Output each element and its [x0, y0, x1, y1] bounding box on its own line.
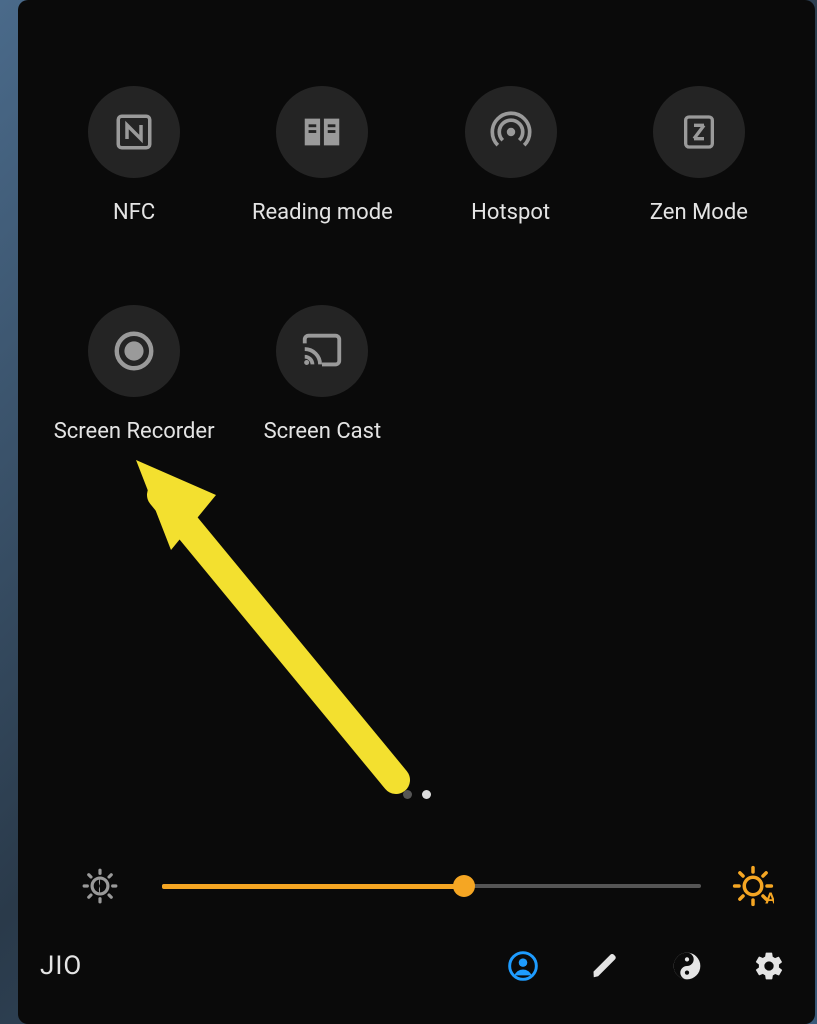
bottom-bar: JIO [40, 938, 793, 994]
settings-icon[interactable] [751, 948, 787, 984]
tile-label: NFC [113, 200, 155, 225]
edit-icon[interactable] [587, 948, 623, 984]
tiles-grid: NFC Reading mode [40, 86, 793, 444]
tile-reading-mode[interactable]: Reading mode [228, 86, 416, 225]
tile-nfc[interactable]: NFC [40, 86, 228, 225]
brightness-row: A [78, 856, 775, 916]
carrier-label: JIO [40, 951, 82, 981]
tile-label: Hotspot [471, 200, 550, 225]
tile-screen-recorder[interactable]: Screen Recorder [40, 305, 228, 444]
reading-icon [276, 86, 368, 178]
tile-label: Reading mode [252, 200, 393, 225]
brightness-slider[interactable] [162, 883, 701, 889]
page-indicator [18, 790, 815, 799]
cast-icon [276, 305, 368, 397]
zen-icon [653, 86, 745, 178]
tile-label: Screen Cast [264, 419, 382, 444]
recorder-icon [88, 305, 180, 397]
tile-screen-cast[interactable]: Screen Cast [228, 305, 416, 444]
tile-zen-mode[interactable]: Zen Mode [605, 86, 793, 225]
slider-fill [162, 884, 464, 889]
page-dot[interactable] [403, 790, 412, 799]
quick-settings-panel: NFC Reading mode [18, 0, 815, 1024]
annotation-arrow [116, 450, 416, 800]
user-icon[interactable] [505, 948, 541, 984]
tile-label: Zen Mode [650, 200, 748, 225]
slider-thumb[interactable] [453, 875, 475, 897]
page-dot-active[interactable] [422, 790, 431, 799]
tile-hotspot[interactable]: Hotspot [417, 86, 605, 225]
yin-yang-icon[interactable] [669, 948, 705, 984]
svg-text:A: A [765, 889, 774, 908]
hotspot-icon [465, 86, 557, 178]
bottom-icons [505, 948, 787, 984]
tile-label: Screen Recorder [54, 419, 215, 444]
brightness-low-icon [78, 864, 122, 908]
auto-brightness-icon[interactable]: A [731, 864, 775, 908]
nfc-icon [88, 86, 180, 178]
